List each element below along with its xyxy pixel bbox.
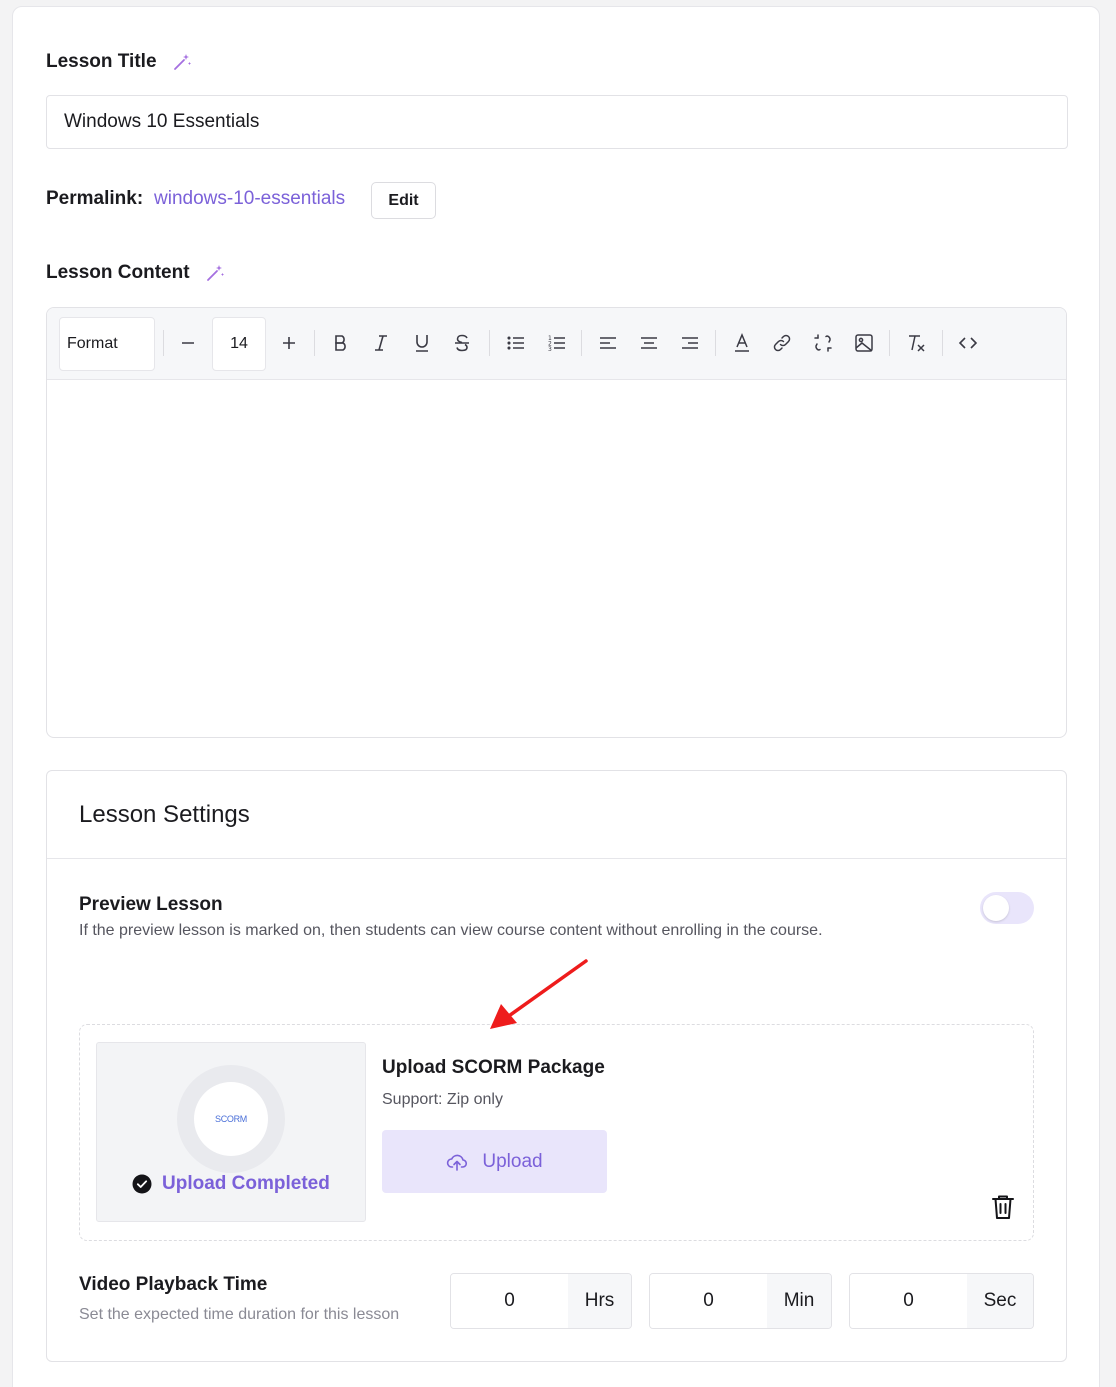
hours-input-group: 0 Hrs xyxy=(450,1273,632,1329)
check-circle-icon xyxy=(132,1174,152,1194)
scorm-logo-ring: SCORM xyxy=(177,1065,285,1173)
toolbar-divider xyxy=(942,330,943,356)
svg-text:3: 3 xyxy=(548,346,552,353)
rich-text-editor: Format 14 123 xyxy=(46,307,1067,738)
scorm-upload-button[interactable]: Upload xyxy=(382,1130,607,1193)
lesson-settings-panel: Lesson Settings Preview Lesson If the pr… xyxy=(46,770,1067,1362)
lesson-title-input[interactable]: Windows 10 Essentials xyxy=(46,95,1068,149)
magic-wand-icon[interactable] xyxy=(205,263,225,283)
lesson-settings-title: Lesson Settings xyxy=(79,801,250,828)
cloud-upload-icon xyxy=(447,1154,468,1171)
permalink-edit-button[interactable]: Edit xyxy=(371,182,436,219)
seconds-input-group: 0 Sec xyxy=(849,1273,1034,1329)
editor-toolbar: Format 14 123 xyxy=(47,308,1066,380)
toolbar-divider xyxy=(715,330,716,356)
hours-input[interactable]: 0 xyxy=(451,1274,568,1328)
permalink-link[interactable]: windows-10-essentials xyxy=(154,188,345,210)
toolbar-divider xyxy=(314,330,315,356)
align-center-icon[interactable] xyxy=(636,330,662,356)
toggle-knob xyxy=(983,895,1009,921)
decrease-font-size-icon[interactable] xyxy=(175,330,201,356)
align-right-icon[interactable] xyxy=(677,330,703,356)
toolbar-divider xyxy=(581,330,582,356)
bullet-list-icon[interactable] xyxy=(503,330,529,356)
toolbar-divider xyxy=(889,330,890,356)
increase-font-size-icon[interactable] xyxy=(276,330,302,356)
seconds-unit-label: Sec xyxy=(967,1274,1033,1328)
clear-format-icon[interactable] xyxy=(903,330,929,356)
scorm-logo: SCORM xyxy=(194,1082,268,1156)
link-icon[interactable] xyxy=(769,330,795,356)
seconds-input[interactable]: 0 xyxy=(850,1274,967,1328)
hours-unit-label: Hrs xyxy=(568,1274,631,1328)
upload-status: Upload Completed xyxy=(132,1173,330,1195)
lesson-title-label: Lesson Title xyxy=(46,51,157,72)
trash-icon[interactable] xyxy=(990,1193,1016,1221)
preview-lesson-toggle[interactable] xyxy=(980,892,1034,924)
minutes-input[interactable]: 0 xyxy=(650,1274,767,1328)
permalink-label: Permalink: xyxy=(46,188,144,209)
lesson-content-label: Lesson Content xyxy=(46,262,190,283)
video-playback-description: Set the expected time duration for this … xyxy=(79,1306,400,1323)
minutes-input-group: 0 Min xyxy=(649,1273,832,1329)
code-view-icon[interactable] xyxy=(955,330,981,356)
upload-button-label: Upload xyxy=(482,1150,543,1172)
format-dropdown[interactable]: Format xyxy=(59,317,155,371)
numbered-list-icon[interactable]: 123 xyxy=(544,330,570,356)
bold-icon[interactable] xyxy=(328,330,354,356)
annotation-arrow-icon xyxy=(490,959,588,1029)
font-size-input[interactable]: 14 xyxy=(212,317,266,371)
upload-status-text: Upload Completed xyxy=(162,1173,330,1194)
toolbar-divider xyxy=(163,330,164,356)
align-left-icon[interactable] xyxy=(595,330,621,356)
magic-wand-icon[interactable] xyxy=(172,52,192,72)
unlink-icon[interactable] xyxy=(810,330,836,356)
preview-lesson-title: Preview Lesson xyxy=(79,894,223,915)
underline-icon[interactable] xyxy=(409,330,435,356)
italic-icon[interactable] xyxy=(368,330,394,356)
image-icon[interactable] xyxy=(851,330,877,356)
minutes-unit-label: Min xyxy=(767,1274,831,1328)
scorm-upload-area: SCORM Upload Completed Upload SCORM Pack… xyxy=(79,1024,1034,1241)
editor-content-area[interactable] xyxy=(47,380,1066,737)
scorm-support-text: Support: Zip only xyxy=(382,1091,503,1108)
text-color-icon[interactable] xyxy=(729,330,755,356)
scorm-package-title: Upload SCORM Package xyxy=(382,1057,605,1078)
strikethrough-icon[interactable] xyxy=(449,330,475,356)
scorm-thumbnail: SCORM Upload Completed xyxy=(96,1042,366,1222)
lesson-settings-header: Lesson Settings xyxy=(47,771,1066,859)
preview-lesson-description: If the preview lesson is marked on, then… xyxy=(79,922,823,939)
video-playback-title: Video Playback Time xyxy=(79,1274,268,1295)
toolbar-divider xyxy=(489,330,490,356)
